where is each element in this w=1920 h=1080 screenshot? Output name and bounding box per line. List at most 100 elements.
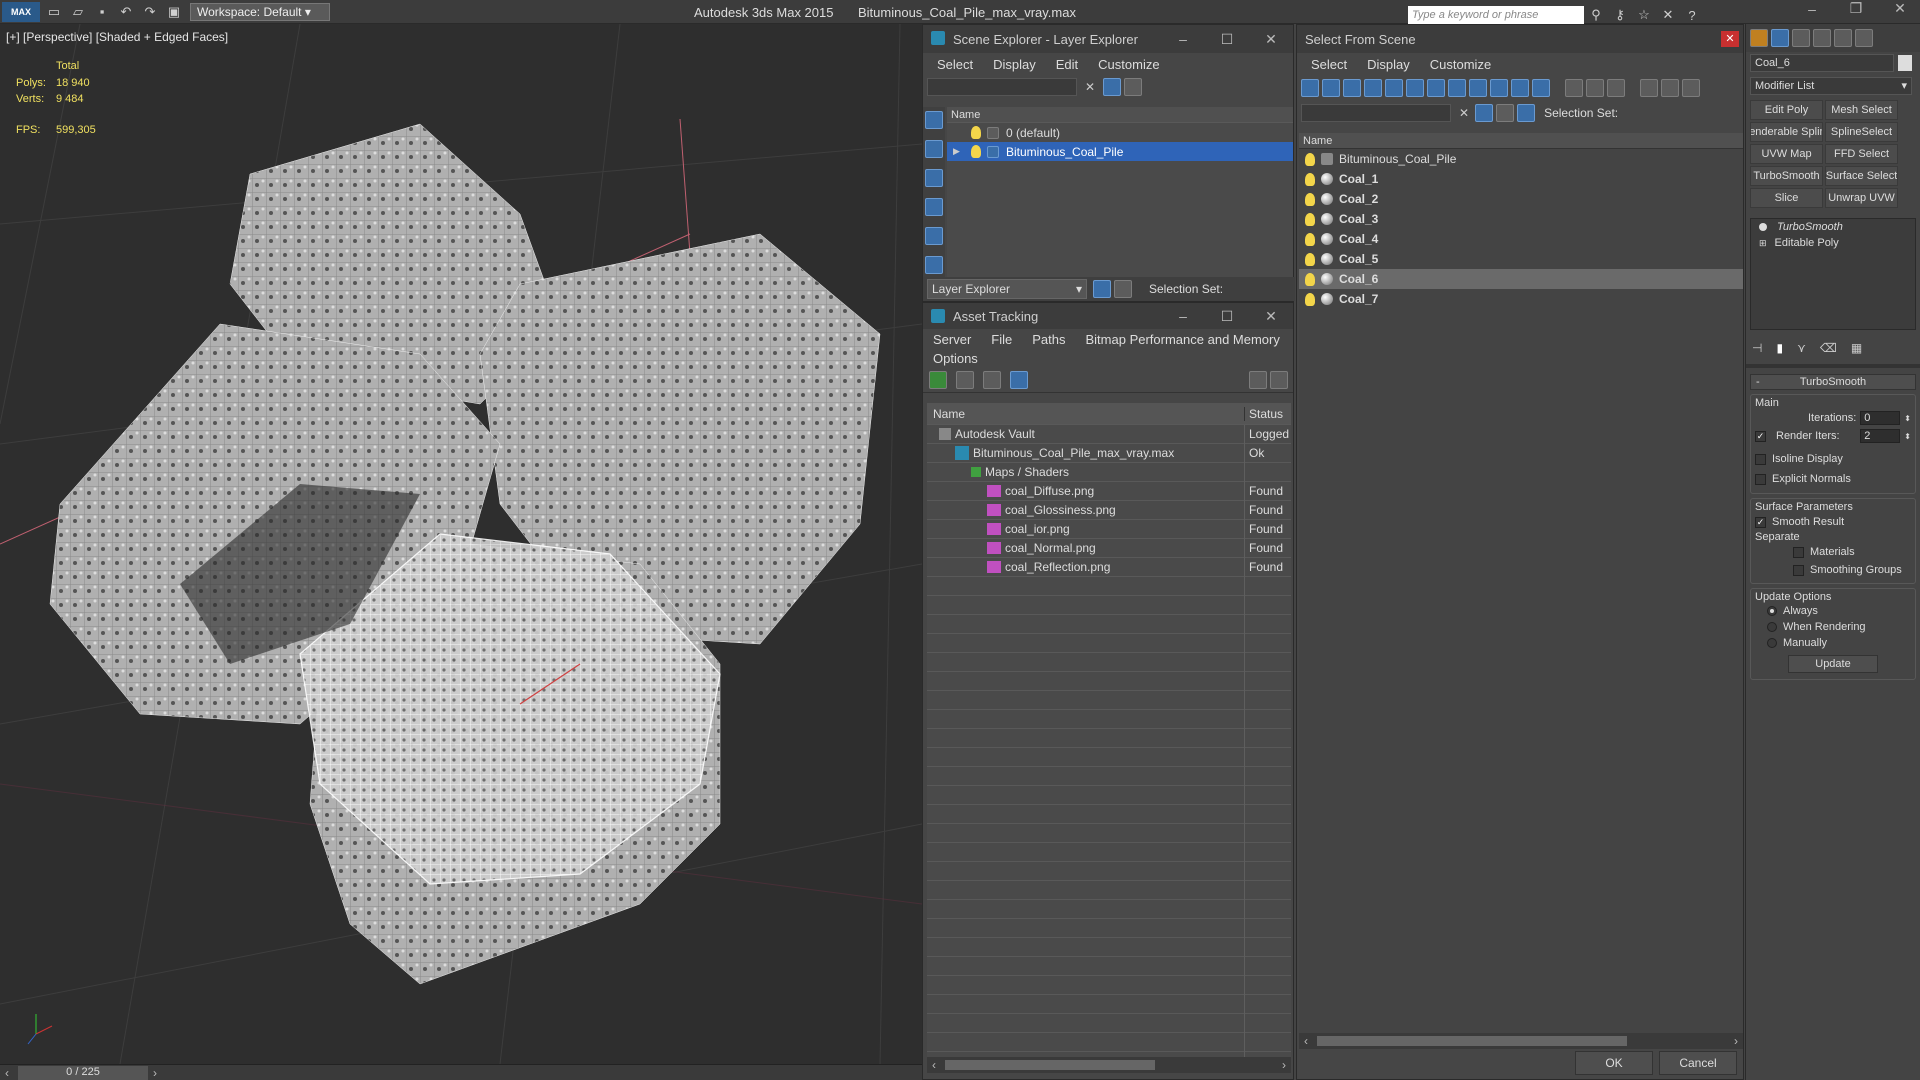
smoothing-groups-checkbox[interactable]	[1793, 564, 1804, 576]
restore-icon[interactable]: ❐	[1834, 0, 1878, 17]
favorites-icon[interactable]: ☆	[1634, 5, 1654, 25]
find-icon[interactable]	[1475, 104, 1494, 122]
layers-icon[interactable]	[1496, 104, 1515, 122]
help-icon[interactable]	[1249, 370, 1267, 389]
time-next-icon[interactable]: ›	[148, 1066, 162, 1080]
project-folder-icon[interactable]: ▣	[164, 2, 184, 22]
menu-server[interactable]: Server	[923, 332, 981, 347]
layer-row[interactable]: 0 (default)	[947, 123, 1293, 142]
asset-row[interactable]: coal_Normal.png Found	[927, 538, 1291, 558]
filter-helpers-icon[interactable]	[1385, 79, 1403, 97]
app-logo[interactable]: MAX	[2, 1, 40, 22]
light-bulb-icon[interactable]	[1305, 192, 1315, 206]
maximize-icon[interactable]: ☐	[1205, 308, 1249, 325]
display-geometry-icon[interactable]	[925, 111, 943, 129]
display-shapes-icon[interactable]	[925, 140, 943, 158]
filter-groups-icon[interactable]	[1427, 79, 1445, 97]
modifier-button[interactable]: UVW Map	[1750, 144, 1823, 164]
undo-icon[interactable]: ↶	[116, 2, 136, 22]
menu-options[interactable]: Options	[923, 351, 988, 366]
iterations-spinner[interactable]: 0	[1860, 411, 1901, 425]
filter-shapes-icon[interactable]	[1322, 79, 1340, 97]
light-bulb-icon[interactable]	[1305, 272, 1315, 286]
make-unique-icon[interactable]: ⋎	[1797, 341, 1806, 355]
scene-explorer-titlebar[interactable]: Scene Explorer - Layer Explorer – ☐ ✕	[923, 25, 1293, 53]
filter-hidden-icon[interactable]	[1532, 79, 1550, 97]
filter-geometry-icon[interactable]	[1301, 79, 1319, 97]
asset-row[interactable]: Autodesk Vault Logged	[927, 424, 1291, 444]
light-bulb-icon[interactable]	[1305, 232, 1315, 246]
menu-bitmap-performance[interactable]: Bitmap Performance and Memory	[1076, 332, 1290, 347]
asset-row[interactable]: coal_Diffuse.png Found	[927, 481, 1291, 501]
light-bulb-icon[interactable]	[971, 126, 981, 139]
menu-edit[interactable]: Edit	[1046, 57, 1088, 72]
light-bulb-icon[interactable]	[1305, 212, 1315, 226]
object-name-field[interactable]: Coal_6	[1750, 54, 1894, 72]
scroll-left-icon[interactable]: ‹	[927, 1058, 941, 1072]
settings-icon[interactable]	[1270, 370, 1288, 389]
table-view-icon[interactable]	[983, 370, 1001, 389]
motion-tab-icon[interactable]	[1813, 29, 1831, 47]
turbosmooth-rollout-header[interactable]: - TurboSmooth	[1750, 374, 1916, 390]
minimize-icon[interactable]: –	[1161, 308, 1205, 324]
display-tab-icon[interactable]	[1834, 29, 1852, 47]
filter-xrefs-icon[interactable]	[1448, 79, 1466, 97]
hierarchy-tab-icon[interactable]	[1792, 29, 1810, 47]
close-icon[interactable]: ✕	[1721, 31, 1739, 47]
ok-button[interactable]: OK	[1575, 1051, 1653, 1075]
refresh-icon[interactable]	[929, 370, 947, 389]
light-bulb-icon[interactable]	[1305, 292, 1315, 306]
close-icon[interactable]: ✕	[1878, 0, 1920, 17]
collapse-icon[interactable]	[1682, 79, 1700, 97]
asset-row[interactable]: coal_Reflection.png Found	[927, 557, 1291, 577]
scroll-right-icon[interactable]: ›	[1729, 1034, 1743, 1048]
exchange-icon[interactable]: ✕	[1658, 5, 1678, 25]
expand-arrow-icon[interactable]: ▶	[953, 146, 971, 157]
perspective-viewport[interactable]: [+] [Perspective] [Shaded + Edged Faces]…	[0, 24, 922, 1064]
filter-bones-icon[interactable]	[1469, 79, 1487, 97]
select-from-scene-titlebar[interactable]: Select From Scene ✕	[1297, 25, 1743, 53]
render-iters-checkbox[interactable]: ✓	[1755, 430, 1766, 442]
display-cameras-icon[interactable]	[925, 198, 943, 216]
close-icon[interactable]: ✕	[1249, 308, 1293, 325]
modifier-button[interactable]: SplineSelect	[1825, 122, 1898, 142]
redo-icon[interactable]: ↷	[140, 2, 160, 22]
asset-row[interactable]: coal_ior.png Found	[927, 519, 1291, 539]
save-icon[interactable]: ▪	[92, 2, 112, 22]
list-view-icon[interactable]	[956, 370, 974, 389]
hierarchy-view-icon[interactable]	[1517, 104, 1536, 122]
modify-tab-icon[interactable]	[1771, 29, 1789, 47]
menu-customize[interactable]: Customize	[1088, 57, 1169, 72]
clear-search-icon[interactable]: ✕	[1459, 106, 1469, 120]
scroll-right-icon[interactable]: ›	[1277, 1058, 1291, 1072]
select-all-icon[interactable]	[1565, 79, 1583, 97]
menu-customize[interactable]: Customize	[1420, 57, 1501, 72]
menu-select[interactable]: Select	[1301, 57, 1357, 72]
spinner-arrows-icon[interactable]: ⬍	[1904, 414, 1911, 423]
filter-cameras-icon[interactable]	[1364, 79, 1382, 97]
asset-row[interactable]: Maps / Shaders	[927, 462, 1291, 482]
cancel-button[interactable]: Cancel	[1659, 1051, 1737, 1075]
modifier-button[interactable]: Unwrap UVW	[1825, 188, 1898, 208]
menu-select[interactable]: Select	[927, 57, 983, 72]
modifier-button[interactable]: Mesh Select	[1825, 100, 1898, 120]
explicit-normals-checkbox[interactable]	[1755, 473, 1766, 485]
materials-checkbox[interactable]	[1793, 546, 1804, 558]
explorer-type-dropdown[interactable]: Layer Explorer ▾	[927, 279, 1087, 299]
scene-search-input[interactable]	[927, 78, 1077, 96]
create-tab-icon[interactable]	[1750, 29, 1768, 47]
stack-item-editable-poly[interactable]: ⊞ Editable Poly	[1751, 235, 1915, 251]
new-file-icon[interactable]: ▭	[44, 2, 64, 22]
modifier-list-dropdown[interactable]: Modifier List ▾	[1750, 77, 1912, 95]
filter-icon[interactable]	[1640, 79, 1658, 97]
workspace-dropdown[interactable]: Workspace: Default ▾	[190, 2, 330, 21]
display-helpers-icon[interactable]	[925, 227, 943, 245]
modifier-button[interactable]: Surface Select	[1825, 166, 1898, 186]
show-end-result-icon[interactable]: ▮	[1776, 341, 1783, 355]
render-iters-spinner[interactable]: 2	[1860, 429, 1901, 443]
scene-object-row[interactable]: Coal_7	[1299, 289, 1743, 309]
asset-row[interactable]: coal_Glossiness.png Found	[927, 500, 1291, 520]
scene-object-row[interactable]: Coal_4	[1299, 229, 1743, 249]
filter-spacewarps-icon[interactable]	[1406, 79, 1424, 97]
sort-by-layer-icon[interactable]	[1093, 280, 1111, 298]
